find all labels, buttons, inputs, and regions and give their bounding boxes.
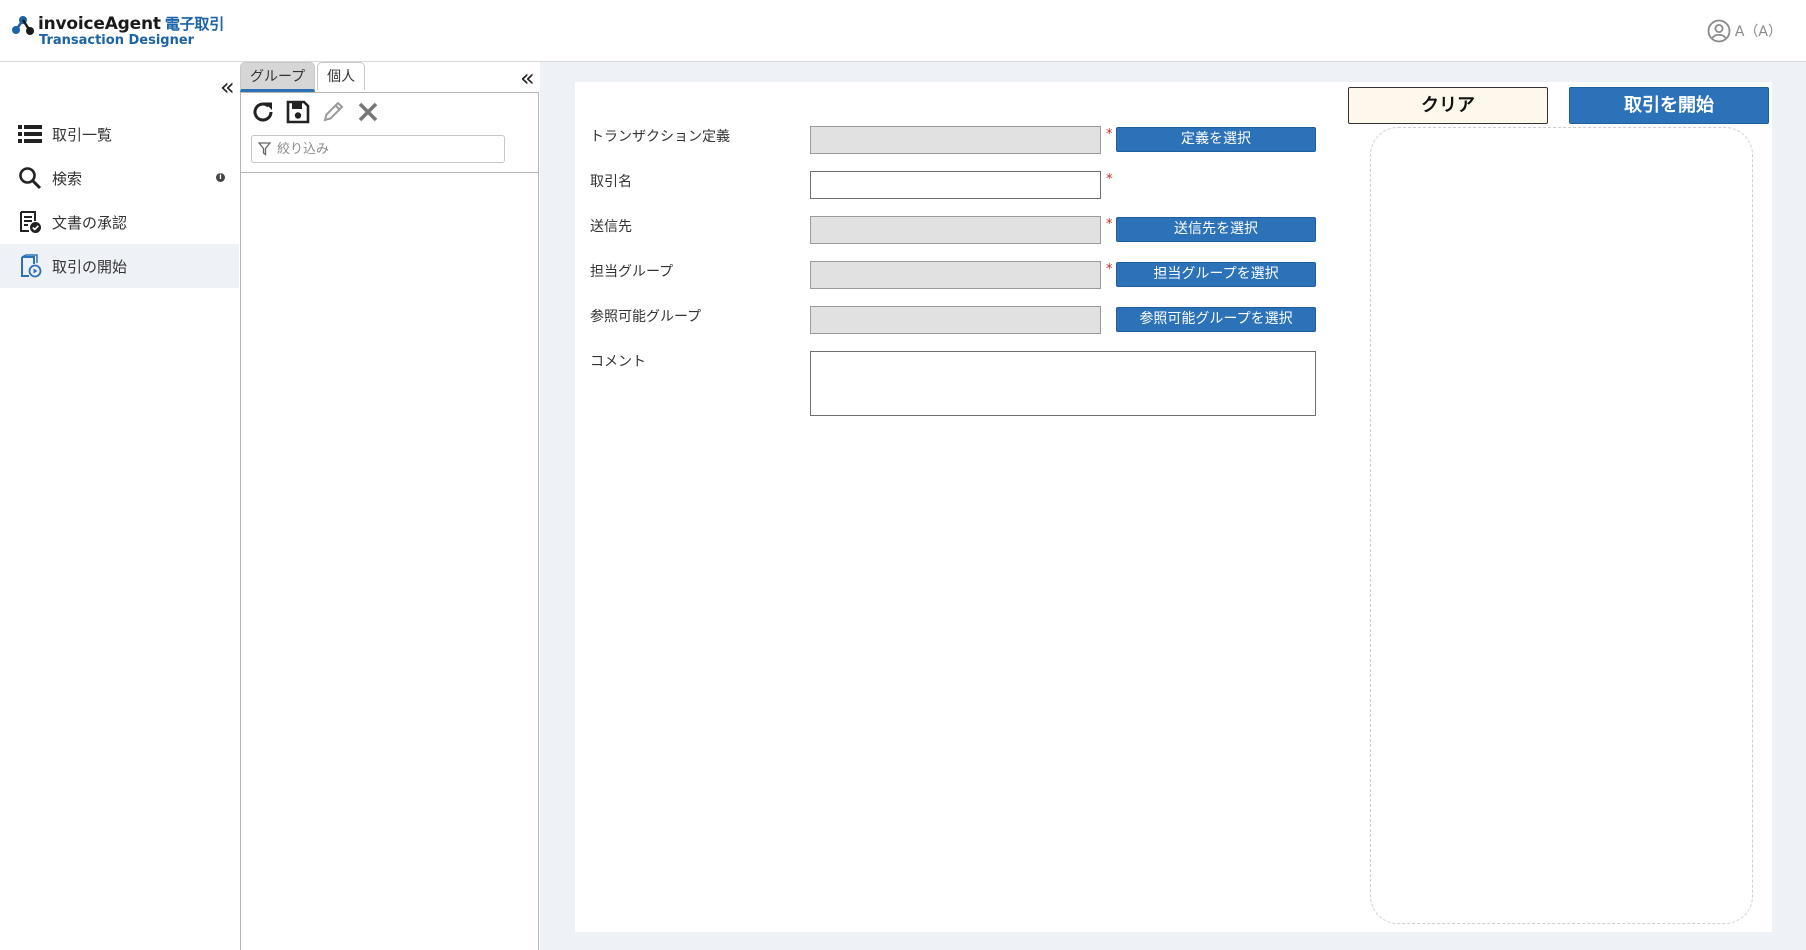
tab-personal[interactable]: 個人 [317,62,366,90]
sidebar-item-label: 取引の開始 [52,257,128,276]
tree-panel-body [240,92,539,950]
clear-button[interactable]: クリア [1348,87,1548,124]
responsible-group-label: 担当グループ [590,264,674,280]
transaction-definition-field[interactable] [810,126,1101,154]
viewable-group-label: 参照可能グループ [590,309,702,325]
main-area: トランザクション定義 * 定義を選択 取引名 * 送信先 * 送信先を選択 担当… [540,62,1806,950]
tab-group[interactable]: グループ [240,62,316,92]
logo-title: invoiceAgent 電子取引 [38,13,224,34]
document-approve-icon [17,209,43,235]
transaction-form-card: トランザクション定義 * 定義を選択 取引名 * 送信先 * 送信先を選択 担当… [575,82,1772,932]
search-icon [17,165,43,191]
app-logo: invoiceAgent 電子取引 Transaction Designer [11,13,224,53]
required-mark: * [1106,217,1113,232]
required-mark: * [1106,127,1113,142]
info-icon[interactable]: i [216,173,225,182]
transaction-definition-label: トランザクション定義 [590,129,730,145]
start-transaction-button[interactable]: 取引を開始 [1569,87,1769,124]
user-menu[interactable]: A（A） [1707,19,1782,43]
user-name: A（A） [1734,24,1782,40]
logo-title-jp: 電子取引 [164,15,225,33]
panel-tabs: グループ 個人 [240,62,367,92]
document-drop-zone[interactable] [1370,127,1753,924]
save-icon[interactable] [285,99,311,125]
sidebar-item-start-transaction[interactable]: 取引の開始 [0,244,239,288]
required-mark: * [1106,262,1113,277]
transaction-name-field[interactable] [810,171,1101,199]
list-icon [17,121,43,147]
comment-textarea[interactable] [810,351,1316,416]
collapse-panel-icon[interactable]: « [520,66,535,90]
sidebar-item-document-approval[interactable]: 文書の承認 [0,200,239,244]
select-definition-button[interactable]: 定義を選択 [1116,127,1316,152]
transaction-start-icon [17,253,43,279]
filter-input[interactable] [275,140,499,158]
app-header: invoiceAgent 電子取引 Transaction Designer A（… [0,0,1806,62]
recipient-label: 送信先 [590,219,632,235]
filter-box [251,135,505,163]
refresh-icon[interactable] [250,99,276,125]
transaction-name-label: 取引名 [590,174,632,190]
user-avatar-icon [1707,19,1731,43]
select-responsible-group-button[interactable]: 担当グループを選択 [1116,262,1316,287]
logo-subtitle: Transaction Designer [39,33,195,48]
required-mark: * [1106,172,1113,187]
tree-panel: グループ 個人 « [240,62,539,950]
sidebar-item-transaction-list[interactable]: 取引一覧 [0,112,239,156]
select-recipient-button[interactable]: 送信先を選択 [1116,217,1316,242]
sidebar-item-label: 取引一覧 [52,125,113,144]
panel-divider [241,172,538,173]
edit-icon[interactable] [320,99,346,125]
logo-title-text: invoiceAgent [38,14,161,34]
panel-toolbar [250,99,381,125]
sidebar-item-label: 検索 [52,169,83,188]
delete-icon[interactable] [355,99,381,125]
sidebar-item-search[interactable]: 検索 i [0,156,239,200]
sidebar-nav: 取引一覧 検索 i 文書の承認 取引の開始 [0,112,239,288]
sidebar-item-label: 文書の承認 [52,213,128,232]
logo-mark-icon [12,16,34,35]
filter-icon [258,142,271,156]
sidebar: « 取引一覧 検索 i 文書の承認 取引の開始 [0,62,239,950]
comment-label: コメント [590,354,646,370]
recipient-field[interactable] [810,216,1101,244]
viewable-group-field[interactable] [810,306,1101,334]
collapse-sidebar-icon[interactable]: « [220,75,235,99]
select-viewable-group-button[interactable]: 参照可能グループを選択 [1116,307,1316,332]
responsible-group-field[interactable] [810,261,1101,289]
